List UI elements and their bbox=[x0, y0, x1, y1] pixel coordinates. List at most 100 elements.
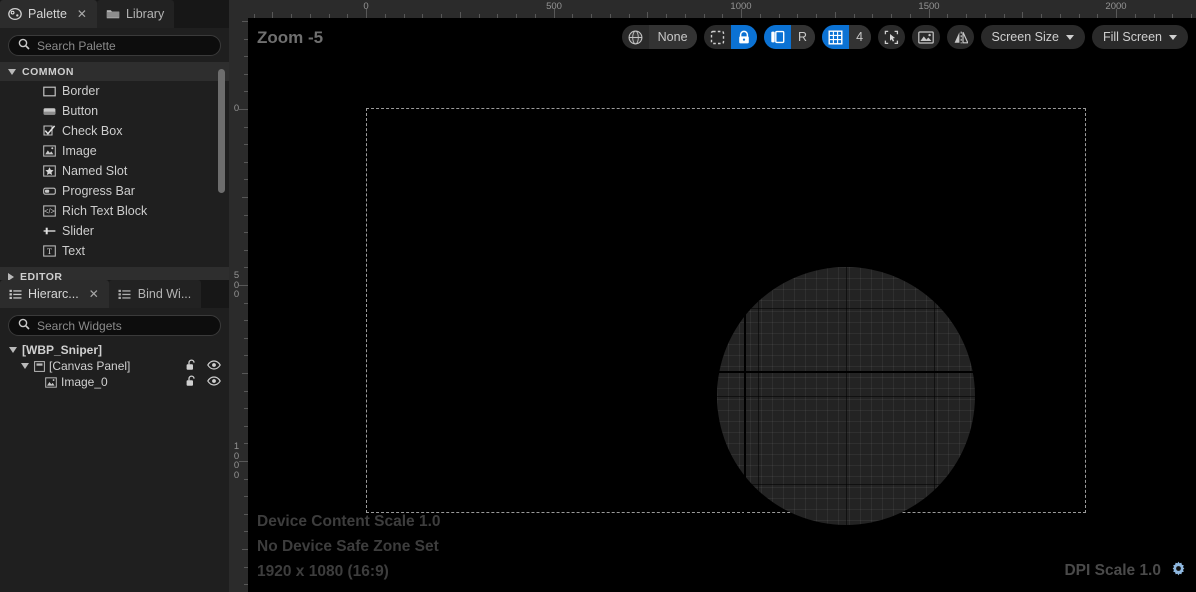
umg-editor-window: Palette ✕ Library Search Palette COMMON … bbox=[0, 0, 1196, 592]
mirror-icon[interactable] bbox=[947, 25, 974, 49]
screen-size-dropdown[interactable]: Screen Size bbox=[980, 25, 1085, 49]
globe-icon[interactable] bbox=[622, 25, 649, 49]
viewport-status-left: Device Content Scale 1.0 No Device Safe … bbox=[257, 509, 441, 584]
palette-item-text-label: Text bbox=[62, 244, 85, 258]
resolution-label: 1920 x 1080 (16:9) bbox=[257, 563, 389, 580]
search-icon bbox=[18, 317, 30, 335]
slider-icon bbox=[42, 225, 57, 238]
palette-item-rich-text-block[interactable]: </> Rich Text Block bbox=[0, 201, 229, 221]
fill-mode-dropdown[interactable]: Fill Screen bbox=[1091, 25, 1188, 49]
checkbox-icon bbox=[42, 125, 57, 138]
tab-hierarchy[interactable]: Hierarc... ✕ bbox=[0, 280, 109, 308]
hierarchy-row-canvas-panel-label: [Canvas Panel] bbox=[49, 359, 131, 373]
ruler-horizontal[interactable]: 0 500 1000 1500 2000 bbox=[248, 0, 1196, 18]
chevron-down-icon bbox=[8, 68, 16, 75]
layout-icon[interactable] bbox=[763, 25, 791, 49]
tab-hierarchy-close-icon[interactable]: ✕ bbox=[89, 288, 99, 300]
design-surface-bounds[interactable] bbox=[366, 108, 1086, 533]
hierarchy-tabstrip: Hierarc... ✕ Bind Wi... bbox=[0, 280, 229, 308]
ruler-vertical[interactable]: 0 500 1000 bbox=[229, 18, 248, 592]
grid-size-value[interactable]: 4 bbox=[848, 25, 871, 49]
palette-item-image[interactable]: Image bbox=[0, 141, 229, 161]
tab-bind-widget[interactable]: Bind Wi... bbox=[108, 280, 202, 308]
hierarchy-row-canvas-panel-controls bbox=[186, 358, 221, 374]
palette-item-check-box[interactable]: Check Box bbox=[0, 121, 229, 141]
lock-icon[interactable] bbox=[730, 25, 757, 49]
palette-item-text[interactable]: T Text bbox=[0, 241, 229, 261]
image-snap-icon[interactable] bbox=[912, 25, 940, 49]
fill-mode-label: Fill Screen bbox=[1102, 30, 1162, 44]
left-panel-column: Palette ✕ Library Search Palette COMMON … bbox=[0, 0, 229, 592]
ruler-v-label: 1000 bbox=[233, 441, 240, 481]
hierarchy-row-image-0[interactable]: Image_0 bbox=[0, 374, 229, 390]
palette-item-progress-bar[interactable]: Progress Bar bbox=[0, 181, 229, 201]
sniper-scope-image[interactable] bbox=[717, 267, 975, 525]
palette-item-image-label: Image bbox=[62, 144, 97, 158]
dashed-rect-icon[interactable] bbox=[704, 25, 731, 49]
safe-zone-label: No Device Safe Zone Set bbox=[257, 538, 439, 555]
rotation-label[interactable]: R bbox=[790, 25, 815, 49]
palette-search-wrap: Search Palette bbox=[0, 28, 229, 62]
palette-item-named-slot[interactable]: Named Slot bbox=[0, 161, 229, 181]
scope-major-grid bbox=[717, 267, 975, 525]
palette-scrollbar[interactable] bbox=[218, 69, 225, 193]
unlock-icon[interactable] bbox=[186, 374, 197, 390]
palette-category-common-label: COMMON bbox=[22, 65, 74, 78]
svg-text:T: T bbox=[47, 247, 52, 256]
ruler-v-label: 0 bbox=[233, 103, 240, 114]
grid-snap-group: 4 bbox=[821, 25, 871, 49]
search-icon bbox=[18, 37, 30, 55]
tab-library[interactable]: Library bbox=[96, 0, 175, 28]
palette-item-rich-text-block-label: Rich Text Block bbox=[62, 204, 148, 218]
snap-cursor-icon[interactable] bbox=[878, 25, 905, 49]
hierarchy-row-canvas-panel[interactable]: [Canvas Panel] bbox=[0, 358, 229, 374]
hierarchy-search-input[interactable]: Search Widgets bbox=[8, 315, 221, 336]
folder-icon bbox=[106, 7, 120, 21]
grid-icon[interactable] bbox=[821, 25, 849, 49]
hierarchy-row-image-0-label: Image_0 bbox=[61, 375, 108, 389]
eye-icon[interactable] bbox=[207, 359, 221, 373]
hierarchy-row-root[interactable]: [WBP_Sniper] bbox=[0, 342, 229, 358]
chevron-down-icon bbox=[1065, 34, 1074, 40]
image-icon bbox=[45, 376, 57, 388]
gear-icon[interactable] bbox=[1170, 560, 1187, 582]
crosshair-vertical bbox=[744, 259, 746, 533]
button-icon bbox=[42, 105, 57, 118]
dpi-scale-label: DPI Scale 1.0 bbox=[1064, 562, 1161, 579]
localization-value[interactable]: None bbox=[648, 25, 697, 49]
mirror-group[interactable] bbox=[946, 25, 974, 49]
viewport-toolbar: None R 4 Screen Size Fill Screen bbox=[621, 25, 1188, 49]
image-snap-group[interactable] bbox=[911, 25, 940, 49]
chevron-down-icon bbox=[9, 347, 17, 353]
list-icon bbox=[8, 287, 22, 301]
unlock-icon[interactable] bbox=[186, 358, 197, 374]
tab-palette-close-icon[interactable]: ✕ bbox=[77, 8, 87, 20]
palette-item-button[interactable]: Button bbox=[0, 101, 229, 121]
palette-tree: COMMON Border Button Check Box Image Nam… bbox=[0, 62, 229, 280]
palette-item-progress-bar-label: Progress Bar bbox=[62, 184, 135, 198]
device-content-scale-label: Device Content Scale 1.0 bbox=[257, 513, 441, 530]
design-viewport[interactable]: Zoom -5 None R 4 Screen Size Fill Screen… bbox=[248, 18, 1196, 592]
screen-size-label: Screen Size bbox=[991, 30, 1059, 44]
palette-search-text: Search Palette bbox=[37, 38, 116, 53]
palette-category-editor[interactable]: EDITOR bbox=[0, 267, 229, 280]
tab-bind-widget-label: Bind Wi... bbox=[137, 287, 192, 301]
chevron-right-icon bbox=[8, 272, 14, 280]
zoom-level-label: Zoom -5 bbox=[257, 28, 324, 47]
select-lock-group bbox=[703, 25, 757, 49]
tab-palette-label: Palette bbox=[28, 7, 67, 21]
palette-search-input[interactable]: Search Palette bbox=[8, 35, 221, 56]
palette-tabstrip: Palette ✕ Library bbox=[0, 0, 229, 28]
hierarchy-row-image-0-controls bbox=[186, 374, 221, 390]
ruler-h-label: 1000 bbox=[730, 1, 752, 12]
palette-category-common[interactable]: COMMON bbox=[0, 62, 229, 81]
palette-item-slider[interactable]: Slider bbox=[0, 221, 229, 241]
eye-icon[interactable] bbox=[207, 375, 221, 389]
ruler-h-label: 500 bbox=[546, 1, 562, 12]
snap-cursor-group[interactable] bbox=[877, 25, 905, 49]
localization-group[interactable]: None bbox=[621, 25, 697, 49]
palette-item-border[interactable]: Border bbox=[0, 81, 229, 101]
palette-icon bbox=[8, 7, 22, 21]
crosshair-horizontal bbox=[715, 371, 977, 373]
tab-palette[interactable]: Palette ✕ bbox=[0, 0, 97, 28]
